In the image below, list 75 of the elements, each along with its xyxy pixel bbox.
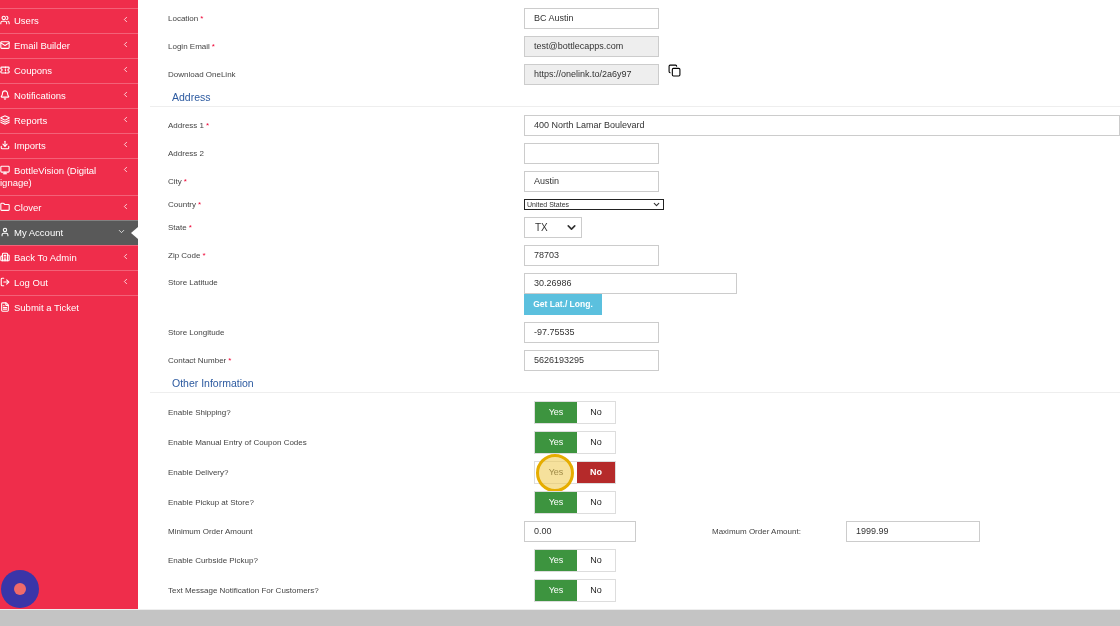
- sidebar-item[interactable]: BottleVision (Digital ignage): [0, 158, 138, 195]
- field-label: Enable Delivery?: [168, 467, 230, 477]
- ring-dot-icon[interactable]: [1, 570, 39, 609]
- copy-icon[interactable]: [668, 63, 681, 77]
- text-field[interactable]: Austin: [524, 170, 659, 192]
- sidebar-item[interactable]: Reports: [0, 108, 138, 133]
- text-field[interactable]: [524, 142, 659, 164]
- field-label: Minimum Order Amount: [168, 526, 254, 536]
- toggle-option[interactable]: Yes: [535, 431, 577, 453]
- text-field[interactable]: -97.75535: [524, 321, 659, 343]
- document-icon: [0, 302, 10, 312]
- text-field[interactable]: https://onelink.to/2a6y97: [524, 63, 659, 85]
- section-heading: Address: [150, 88, 1120, 107]
- yes-no-toggle[interactable]: Yes No: [534, 460, 616, 484]
- monitor-icon: [0, 165, 10, 175]
- field-label: Enable Pickup at Store?: [168, 497, 255, 507]
- select-field[interactable]: TX: [524, 216, 582, 238]
- sidebar-item[interactable]: Log Out: [0, 270, 138, 295]
- field-label: Enable Curbside Pickup?: [168, 555, 259, 565]
- section-heading: Other Information: [150, 374, 1120, 393]
- field-label: Location *: [168, 13, 205, 23]
- sidebar-item[interactable]: Users: [0, 8, 138, 33]
- field-label: Login Email *: [168, 41, 216, 51]
- sidebar-item[interactable]: Email Builder: [0, 33, 138, 58]
- toggle-option[interactable]: No: [577, 461, 615, 483]
- text-field[interactable]: BC Austin: [524, 7, 659, 29]
- toggle-option[interactable]: Yes: [535, 491, 577, 513]
- user-icon: [0, 227, 10, 237]
- field-label: Contact Number *: [168, 355, 233, 365]
- field-label: State *: [168, 222, 193, 232]
- text-field[interactable]: 400 North Lamar Boulevard: [524, 114, 1120, 136]
- pointer-icon: [131, 227, 138, 239]
- click-highlight: [536, 453, 574, 492]
- folder-icon: [0, 202, 10, 212]
- download-icon: [0, 140, 10, 150]
- yes-no-toggle[interactable]: Yes No: [534, 548, 616, 572]
- scrollbar[interactable]: [0, 609, 1120, 626]
- field-label: Store Latitude: [168, 276, 219, 287]
- sidebar-item[interactable]: My Account: [0, 220, 138, 245]
- field-label: City *: [168, 176, 188, 186]
- sidebar-item[interactable]: Imports: [0, 133, 138, 158]
- sidebar-item[interactable]: Notifications: [0, 83, 138, 108]
- toggle-option[interactable]: Yes: [535, 579, 577, 601]
- text-field[interactable]: 30.26986: [524, 272, 737, 294]
- yes-no-toggle[interactable]: Yes No: [534, 430, 616, 454]
- yes-no-toggle[interactable]: Yes No: [534, 400, 616, 424]
- layers-icon: [0, 115, 10, 125]
- text-field[interactable]: 78703: [524, 244, 659, 266]
- logout-icon: [0, 277, 10, 287]
- field-label: Country *: [168, 199, 203, 209]
- users-icon: [0, 15, 10, 25]
- field-label: Text Message Notification For Customers?: [168, 585, 320, 595]
- field-label: Maximum Order Amount:: [712, 526, 802, 536]
- text-field[interactable]: 0.00: [524, 520, 636, 542]
- toggle-option[interactable]: Yes: [535, 549, 577, 571]
- building-icon: [0, 252, 10, 262]
- sidebar-item[interactable]: Coupons: [0, 58, 138, 83]
- bell-icon: [0, 90, 10, 100]
- field-label: Address 2: [168, 148, 206, 158]
- ticket-icon: [0, 65, 10, 75]
- sidebar-item[interactable]: Back To Admin: [0, 245, 138, 270]
- field-label: Zip Code *: [168, 250, 207, 260]
- field-label: Download OneLink: [168, 69, 237, 79]
- sidebar-item[interactable]: Submit a Ticket: [0, 295, 138, 320]
- field-label: Address 1 *: [168, 120, 211, 130]
- envelope-icon: [0, 40, 10, 50]
- yes-no-toggle[interactable]: Yes No: [534, 578, 616, 602]
- field-label: Store Longitude: [168, 327, 226, 337]
- text-field[interactable]: 1999.99: [846, 520, 980, 542]
- yes-no-toggle[interactable]: Yes No: [534, 490, 616, 514]
- field-label: Enable Manual Entry of Coupon Codes: [168, 437, 308, 447]
- toggle-option[interactable]: Yes: [535, 401, 577, 423]
- text-field[interactable]: test@bottlecapps.com: [524, 35, 659, 57]
- text-field[interactable]: 5626193295: [524, 349, 659, 371]
- field-label: Enable Shipping?: [168, 407, 232, 417]
